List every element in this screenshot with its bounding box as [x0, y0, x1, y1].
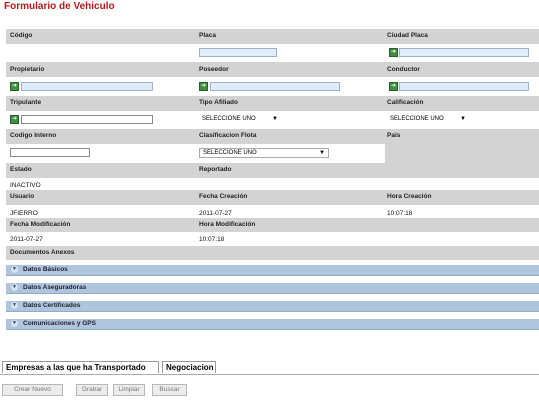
- fecha-modificacion-value: 2011-07-27: [10, 236, 43, 243]
- hora-creacion-label: Hora Creación: [387, 193, 432, 200]
- hora-creacion-value: 10:07:18: [387, 210, 413, 217]
- section-datos-basicos[interactable]: ▼ Datos Básicos: [6, 265, 539, 276]
- lookup-icon[interactable]: ➜: [10, 82, 19, 91]
- expand-icon[interactable]: ▼: [11, 302, 18, 309]
- clasificacion-flota-selected: SELECCIONE UNO: [203, 150, 257, 156]
- placa-label: Placa: [199, 32, 216, 39]
- calificacion-selected: SELECCIONE UNO: [390, 116, 444, 122]
- documentos-anexos-label: Documentos Anexos: [10, 249, 75, 256]
- tab-empresas-transportado[interactable]: Empresas a las que ha Transportado: [2, 361, 159, 373]
- usuario-label: Usuario: [10, 193, 35, 200]
- section-datos-aseguradoras[interactable]: ▼ Datos Aseguradoras: [6, 283, 539, 294]
- propietario-label: Propietario: [10, 66, 45, 73]
- row-header-propietario: [6, 62, 539, 77]
- chevron-down-icon: ▼: [319, 150, 325, 156]
- poseedor-label: Poseedor: [199, 66, 229, 73]
- row-header-usuario: [6, 190, 539, 205]
- section-title: Datos Básicos: [23, 266, 68, 273]
- lookup-icon[interactable]: ➜: [389, 48, 398, 57]
- section-title: Comunicaciones y GPS: [23, 320, 96, 327]
- fecha-creacion-value: 2011-07-27: [199, 210, 232, 217]
- fecha-modificacion-label: Fecha Modificación: [10, 221, 71, 228]
- poseedor-input[interactable]: [210, 82, 340, 91]
- row-header-codigo: [6, 29, 539, 44]
- hora-modificacion-value: 10:07:18: [199, 236, 225, 243]
- fecha-creacion-label: Fecha Creación: [199, 193, 248, 200]
- pais-cell: [385, 144, 539, 163]
- pais-label: Pais: [387, 132, 401, 139]
- crear-nuevo-button[interactable]: Crear Nuevo: [2, 384, 63, 396]
- tipo-afiliado-selected: SELECCIONE UNO: [202, 116, 256, 122]
- placa-input[interactable]: [199, 48, 277, 57]
- tripulante-label: Tripulante: [10, 99, 42, 106]
- tipo-afiliado-select[interactable]: SELECCIONE UNO ▼: [199, 115, 281, 125]
- conductor-label: Conductor: [387, 66, 420, 73]
- codigo-label: Código: [10, 32, 33, 39]
- section-title: Datos Certificados: [23, 302, 81, 309]
- expand-icon[interactable]: ▼: [11, 266, 18, 273]
- section-title: Datos Aseguradoras: [23, 284, 87, 291]
- limpiar-button[interactable]: Limpiar: [113, 384, 145, 396]
- calificacion-label: Calificación: [387, 99, 424, 106]
- clasificacion-flota-select[interactable]: SELECCIONE UNO ▼: [199, 148, 329, 158]
- reportado-label: Reportado: [199, 166, 232, 173]
- page-title: Formulario de Vehiculo: [4, 1, 115, 12]
- expand-icon[interactable]: ▼: [11, 320, 18, 327]
- estado-value: INACTIVO: [10, 182, 41, 189]
- codigo-interno-label: Codigo Interno: [10, 132, 57, 139]
- lookup-icon[interactable]: ➜: [10, 115, 19, 124]
- section-comunicaciones-gps[interactable]: ▼ Comunicaciones y GPS: [6, 319, 539, 330]
- conductor-input[interactable]: [399, 82, 529, 91]
- chevron-down-icon: ▼: [460, 116, 466, 122]
- section-datos-certificados[interactable]: ▼ Datos Certificados: [6, 301, 539, 312]
- usuario-value: JFIERRO: [10, 210, 38, 217]
- row-header-codigo-interno: [6, 129, 539, 144]
- ciudad-placa-input[interactable]: [399, 48, 529, 57]
- row-header-tripulante: [6, 96, 539, 111]
- codigo-interno-input[interactable]: [10, 148, 90, 157]
- clasificacion-flota-label: Clasificacion Flota: [199, 132, 257, 139]
- lookup-icon[interactable]: ➜: [389, 82, 398, 91]
- propietario-input[interactable]: [21, 82, 153, 91]
- row-header-documentos: [6, 246, 539, 260]
- calificacion-select[interactable]: SELECCIONE UNO ▼: [387, 115, 469, 125]
- hora-modificacion-label: Hora Modificación: [199, 221, 256, 228]
- tab-negociacion[interactable]: Negociacion: [162, 361, 216, 373]
- ciudad-placa-label: Ciudad Placa: [387, 32, 428, 39]
- chevron-down-icon: ▼: [272, 116, 278, 122]
- row-header-modificacion: [6, 218, 539, 232]
- tipo-afiliado-label: Tipo Afiliado: [199, 99, 238, 106]
- buscar-button[interactable]: Buscar: [152, 384, 187, 396]
- lookup-icon[interactable]: ➜: [199, 82, 208, 91]
- tripulante-input[interactable]: [21, 115, 153, 124]
- estado-label: Estado: [10, 166, 32, 173]
- grabar-button[interactable]: Grabar: [76, 384, 108, 396]
- row-header-estado: [6, 163, 539, 178]
- tab-bar: Empresas a las que ha Transportado Negoc…: [0, 360, 539, 375]
- expand-icon[interactable]: ▼: [11, 284, 18, 291]
